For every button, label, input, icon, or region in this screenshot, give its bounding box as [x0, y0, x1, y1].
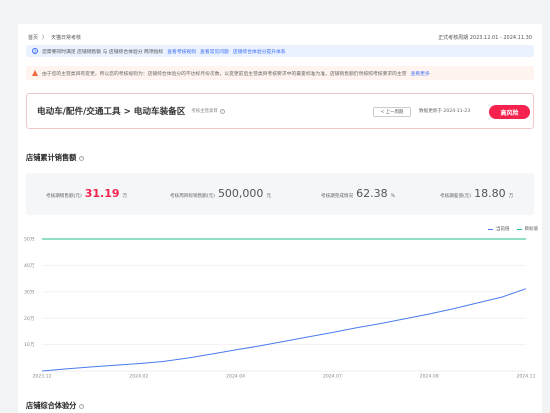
main-card: 首页 〉 天猫日常考核 正式考核周期 2023.12.01 - 2024.11.…	[18, 24, 542, 413]
y-tick-label: 40万	[24, 263, 35, 269]
y-tick-label: 20万	[24, 316, 35, 322]
series-line-current	[41, 288, 527, 372]
y-tick-label: 30万	[24, 289, 35, 295]
y-tick-label: 10万	[24, 342, 35, 348]
x-tick-label: 2024.04	[226, 374, 245, 380]
score-section-label: 店铺综合体验分	[26, 401, 77, 410]
y-tick-label: 50万	[24, 237, 35, 243]
x-tick-label: 2023.12	[33, 374, 52, 380]
help-icon[interactable]: ?	[79, 403, 85, 409]
x-tick-label: 2024.11	[517, 374, 536, 380]
x-tick-label: 2024.07	[323, 374, 342, 380]
x-tick-label: 2024.09	[420, 374, 439, 380]
score-section-title: 店铺综合体验分 ?	[26, 401, 85, 411]
x-tick-label: 2024.02	[129, 374, 148, 380]
sales-line-chart: 10万 20万 30万 40万 50万 2023.12 2024.02 2024.04 2024…	[24, 237, 536, 380]
